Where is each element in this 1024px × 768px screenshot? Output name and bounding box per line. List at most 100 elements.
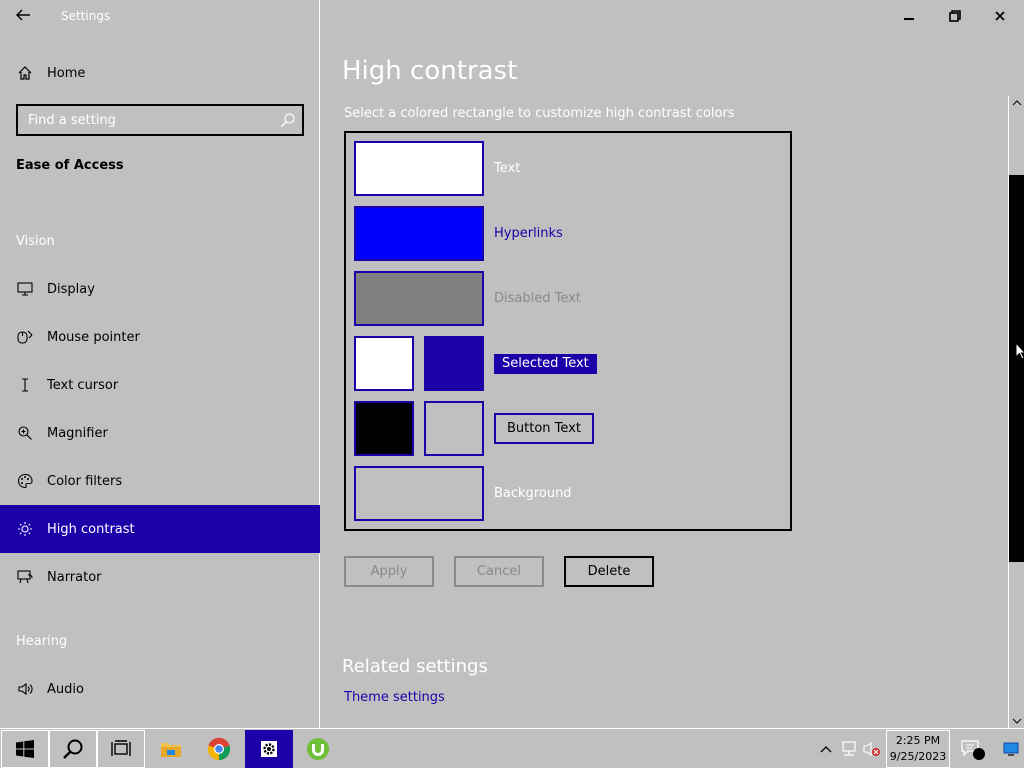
- apply-button[interactable]: Apply: [344, 556, 434, 587]
- disabled-text-color-swatch[interactable]: [354, 271, 484, 326]
- button-text-label: Button Text: [494, 413, 594, 444]
- search-input[interactable]: [18, 106, 276, 134]
- close-icon: [995, 11, 1005, 21]
- sidebar-item-label: Mouse pointer: [47, 329, 140, 345]
- back-arrow-icon: [16, 9, 30, 21]
- palette-icon: [16, 472, 34, 490]
- search-icon: [63, 739, 83, 759]
- search-icon[interactable]: [280, 112, 296, 128]
- page-title: High contrast: [342, 56, 518, 86]
- minimize-icon: [904, 18, 914, 20]
- chevron-up-icon: [820, 746, 832, 753]
- sidebar-item-display[interactable]: Display: [0, 265, 320, 313]
- mouse-cursor-icon: [1015, 342, 1024, 360]
- sidebar-item-label: Magnifier: [47, 425, 108, 441]
- utorrent-icon: [307, 738, 329, 760]
- instructions-text: Select a colored rectangle to customize …: [344, 106, 735, 121]
- desktop-icon: [1003, 742, 1019, 756]
- sidebar-item-label: Narrator: [47, 569, 102, 585]
- start-button[interactable]: [1, 730, 49, 768]
- group-title: Ease of Access: [16, 158, 124, 173]
- notification-icon: [961, 740, 985, 760]
- nav-home-label: Home: [47, 65, 86, 81]
- utorrent-button[interactable]: [294, 730, 342, 768]
- text-cursor-icon: [16, 376, 34, 394]
- sidebar-item-text-cursor[interactable]: Text cursor: [0, 361, 320, 409]
- sidebar-item-label: High contrast: [47, 521, 135, 537]
- sidebar-item-mouse-pointer[interactable]: Mouse pointer: [0, 313, 320, 361]
- minimize-button[interactable]: [898, 6, 920, 26]
- monitor-icon: [16, 280, 34, 298]
- settings-sidebar: Settings Home Ease of Access Vision Disp…: [0, 0, 320, 728]
- sidebar-item-color-filters[interactable]: Color filters: [0, 457, 320, 505]
- windows-logo-icon: [16, 740, 34, 758]
- back-button[interactable]: [14, 6, 34, 26]
- background-color-label: Background: [494, 486, 572, 501]
- selected-text-foreground-swatch[interactable]: [354, 336, 414, 391]
- app-title: Settings: [61, 9, 111, 23]
- clock-time: 2:25 PM: [895, 734, 941, 747]
- close-button[interactable]: [989, 6, 1011, 26]
- chrome-icon: [207, 737, 231, 761]
- sidebar-item-audio[interactable]: Audio: [0, 665, 320, 713]
- sidebar-item-label: Text cursor: [47, 377, 119, 393]
- text-color-swatch[interactable]: [354, 141, 484, 196]
- volume-tray-button[interactable]: [861, 730, 883, 768]
- chevron-down-icon: [1012, 718, 1022, 724]
- sidebar-item-label: Color filters: [47, 473, 123, 489]
- scroll-thumb[interactable]: [1009, 175, 1024, 562]
- sidebar-item-label: Display: [47, 281, 95, 297]
- action-center-button[interactable]: [956, 730, 988, 768]
- network-icon: [842, 741, 856, 756]
- disabled-text-color-label: Disabled Text: [494, 291, 581, 306]
- scroll-track[interactable]: [1009, 110, 1024, 714]
- search-button[interactable]: [49, 730, 97, 768]
- selected-text-label: Selected Text: [494, 354, 597, 374]
- scroll-up-button[interactable]: [1009, 96, 1024, 110]
- clock-date: 9/25/2023: [889, 750, 947, 763]
- task-view-icon: [111, 740, 131, 756]
- hyperlinks-color-label: Hyperlinks: [494, 226, 563, 241]
- taskbar: 2:25 PM 9/25/2023: [0, 728, 1024, 768]
- chrome-button[interactable]: [195, 730, 243, 768]
- button-text-foreground-swatch[interactable]: [354, 401, 414, 456]
- show-desktop-button[interactable]: [1000, 730, 1022, 768]
- mouse-pointer-icon: [16, 328, 34, 346]
- home-icon: [16, 64, 34, 82]
- settings-button[interactable]: [245, 730, 293, 768]
- search-box[interactable]: [16, 104, 304, 136]
- section-heading-hearing: Hearing: [16, 634, 68, 649]
- vertical-scrollbar[interactable]: [1008, 96, 1024, 728]
- file-explorer-button[interactable]: [147, 730, 195, 768]
- section-heading-vision: Vision: [16, 234, 55, 249]
- magnifier-icon: [16, 424, 34, 442]
- nav-home[interactable]: Home: [0, 49, 320, 97]
- gear-icon: [261, 741, 277, 757]
- restore-button[interactable]: [944, 6, 966, 26]
- hyperlinks-color-swatch[interactable]: [354, 206, 484, 261]
- theme-settings-link[interactable]: Theme settings: [344, 690, 445, 705]
- sidebar-item-magnifier[interactable]: Magnifier: [0, 409, 320, 457]
- narrator-icon: [16, 568, 34, 586]
- show-hidden-icons-button[interactable]: [816, 730, 836, 768]
- sun-icon: [16, 520, 34, 538]
- restore-icon: [949, 10, 961, 22]
- chevron-up-icon: [1012, 100, 1022, 106]
- taskbar-clock[interactable]: 2:25 PM 9/25/2023: [886, 730, 950, 768]
- background-color-swatch[interactable]: [354, 466, 484, 521]
- text-color-label: Text: [494, 161, 521, 176]
- network-tray-button[interactable]: [839, 730, 859, 768]
- task-view-button[interactable]: [97, 730, 145, 768]
- button-text-background-swatch[interactable]: [424, 401, 484, 456]
- sidebar-item-narrator[interactable]: Narrator: [0, 553, 320, 601]
- delete-button[interactable]: Delete: [564, 556, 654, 587]
- speaker-icon: [16, 680, 34, 698]
- sidebar-item-high-contrast[interactable]: High contrast: [0, 505, 320, 553]
- scroll-down-button[interactable]: [1009, 714, 1024, 728]
- speaker-muted-icon: [863, 741, 880, 757]
- sidebar-item-label: Audio: [47, 681, 84, 697]
- folder-icon: [161, 743, 181, 757]
- related-settings-title: Related settings: [342, 656, 488, 677]
- cancel-button[interactable]: Cancel: [454, 556, 544, 587]
- selected-text-background-swatch[interactable]: [424, 336, 484, 391]
